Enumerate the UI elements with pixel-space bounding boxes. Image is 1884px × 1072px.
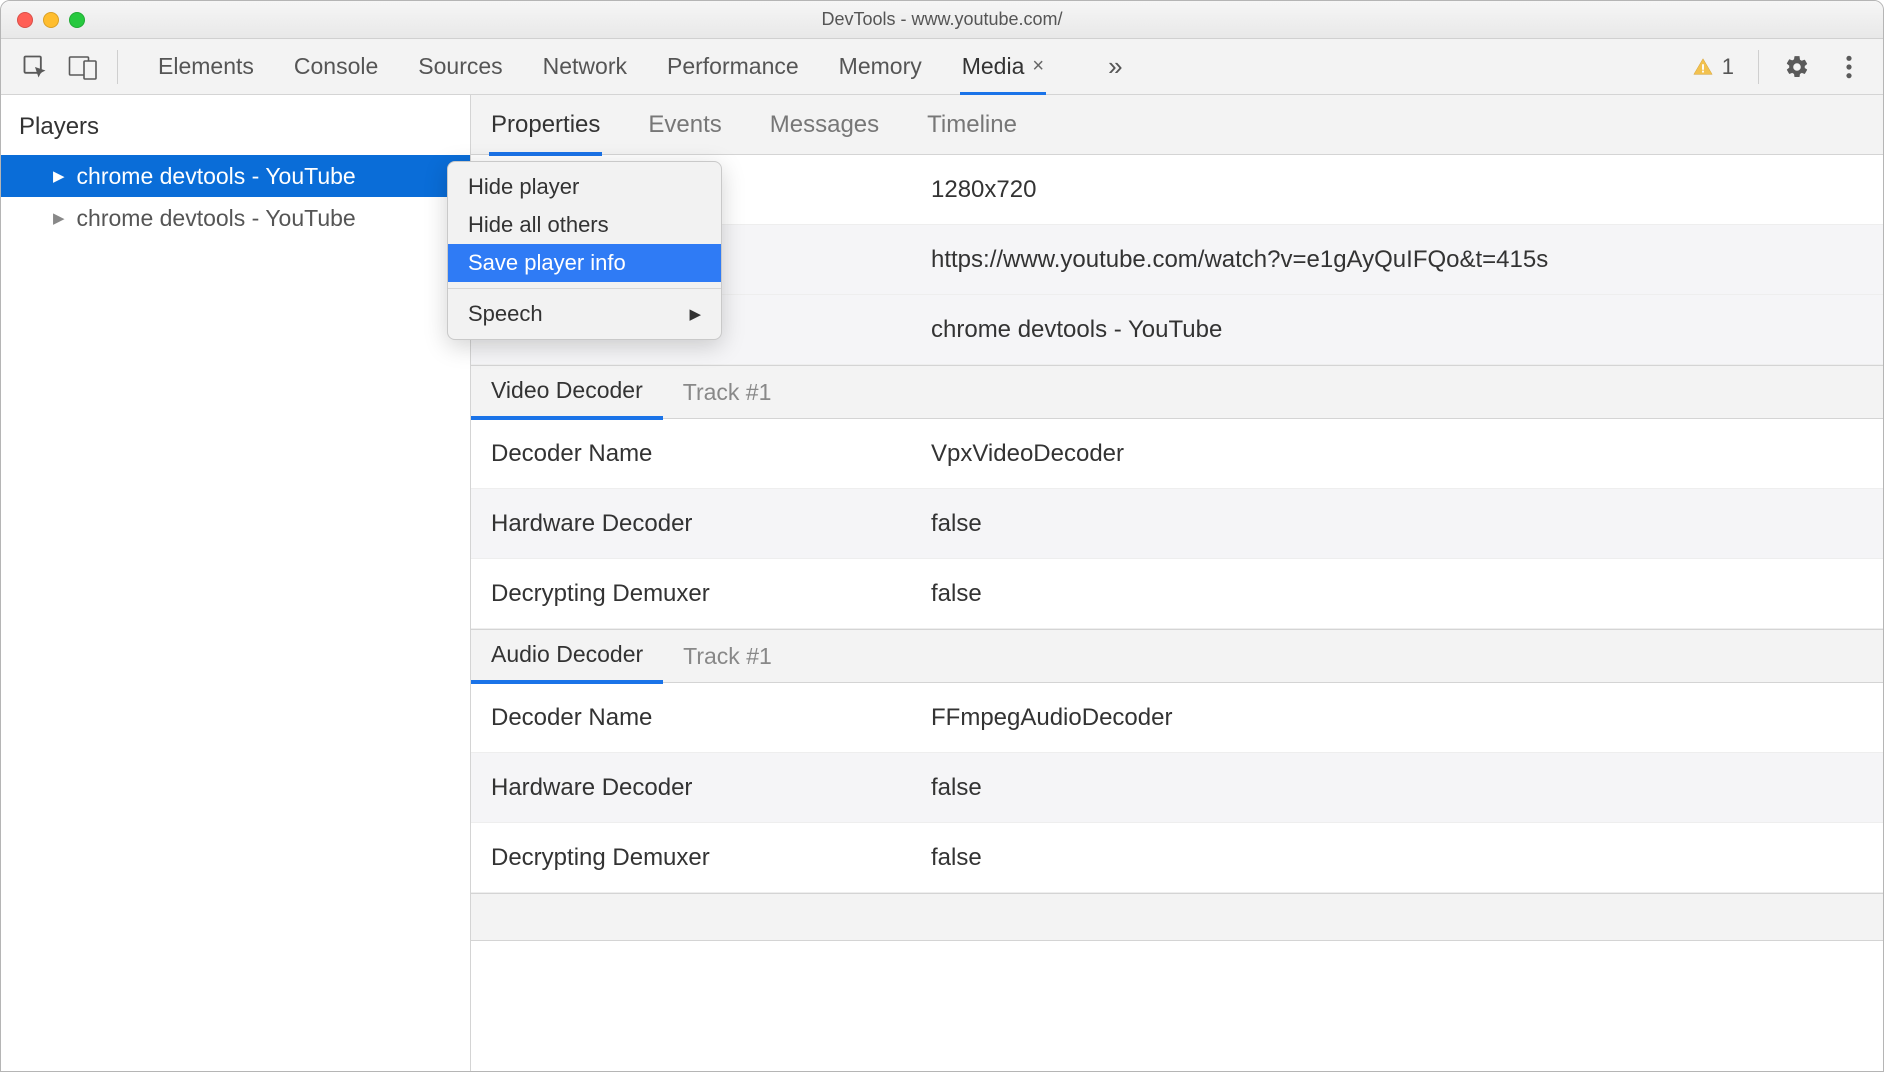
property-value: false	[931, 580, 1883, 608]
tab-label: Console	[294, 53, 378, 80]
tab-memory[interactable]: Memory	[839, 39, 922, 95]
ctx-separator	[448, 288, 721, 289]
tab-label: Network	[543, 53, 627, 80]
window-title: DevTools - www.youtube.com/	[1, 9, 1883, 30]
inspect-element-icon[interactable]	[11, 45, 59, 89]
warning-icon	[1692, 56, 1714, 78]
player-context-menu: Hide player Hide all others Save player …	[447, 161, 722, 340]
property-key: Decoder Name	[471, 704, 931, 732]
property-row: Decoder Name VpxVideoDecoder	[471, 419, 1883, 489]
property-row: Hardware Decoder false	[471, 489, 1883, 559]
subtab-label: Events	[648, 111, 721, 139]
tab-performance[interactable]: Performance	[667, 39, 799, 95]
property-value: VpxVideoDecoder	[931, 440, 1883, 468]
section-title: Audio Decoder	[471, 630, 663, 684]
tab-elements[interactable]: Elements	[158, 39, 254, 95]
property-row: Decrypting Demuxer false	[471, 823, 1883, 893]
panel-tabs: Elements Console Sources Network Perform…	[140, 39, 1672, 95]
video-decoder-section-header: Video Decoder Track #1	[471, 365, 1883, 419]
property-value: false	[931, 774, 1883, 802]
ctx-item-label: Hide all others	[468, 212, 609, 238]
property-value: 1280x720	[931, 176, 1883, 204]
empty-section-footer	[471, 893, 1883, 941]
tab-sources[interactable]: Sources	[418, 39, 502, 95]
audio-decoder-section-header: Audio Decoder Track #1	[471, 629, 1883, 683]
ctx-item-label: Speech	[468, 301, 543, 327]
property-row: Decoder Name FFmpegAudioDecoder	[471, 683, 1883, 753]
titlebar: DevTools - www.youtube.com/	[1, 1, 1883, 39]
property-value: false	[931, 510, 1883, 538]
tab-network[interactable]: Network	[543, 39, 627, 95]
panel-body: Players ▶ chrome devtools - YouTube ▶ ch…	[1, 95, 1883, 1071]
property-key: Hardware Decoder	[471, 510, 931, 538]
disclosure-triangle-icon: ▶	[53, 209, 65, 227]
tab-label: Performance	[667, 53, 799, 80]
close-tab-icon[interactable]: ×	[1032, 55, 1044, 78]
toolbar-divider	[1758, 50, 1759, 84]
tab-label: Elements	[158, 53, 254, 80]
tab-media[interactable]: Media ×	[962, 39, 1044, 95]
sidebar-heading: Players	[1, 95, 470, 155]
property-row: Decrypting Demuxer false	[471, 559, 1883, 629]
ctx-hide-player[interactable]: Hide player	[448, 168, 721, 206]
subtab-label: Timeline	[927, 111, 1017, 139]
section-subtitle: Track #1	[663, 643, 772, 670]
player-item-label: chrome devtools - YouTube	[77, 163, 356, 190]
submenu-arrow-icon: ▶	[689, 305, 701, 323]
subtab-messages[interactable]: Messages	[770, 95, 879, 155]
devtools-window: DevTools - www.youtube.com/ Elements Con…	[0, 0, 1884, 1072]
subtab-events[interactable]: Events	[648, 95, 721, 155]
tab-label: Media	[962, 53, 1025, 80]
ctx-item-label: Save player info	[468, 250, 626, 276]
property-key: Decoder Name	[471, 440, 931, 468]
ctx-hide-all-others[interactable]: Hide all others	[448, 206, 721, 244]
property-value: false	[931, 844, 1883, 872]
kebab-menu-icon[interactable]	[1825, 45, 1873, 89]
more-tabs-icon[interactable]: »	[1084, 51, 1122, 82]
ctx-speech-submenu[interactable]: Speech ▶	[448, 295, 721, 333]
property-value: FFmpegAudioDecoder	[931, 704, 1883, 732]
settings-gear-icon[interactable]	[1773, 45, 1821, 89]
device-toolbar-icon[interactable]	[59, 45, 107, 89]
toolbar-divider	[117, 50, 118, 84]
warning-count: 1	[1722, 54, 1734, 80]
tab-console[interactable]: Console	[294, 39, 378, 95]
ctx-save-player-info[interactable]: Save player info	[448, 244, 721, 282]
warnings-badge[interactable]: 1	[1692, 54, 1744, 80]
property-key: Hardware Decoder	[471, 774, 931, 802]
subtab-label: Messages	[770, 111, 879, 139]
subtab-timeline[interactable]: Timeline	[927, 95, 1017, 155]
property-key: Decrypting Demuxer	[471, 580, 931, 608]
section-subtitle: Track #1	[663, 379, 772, 406]
player-item[interactable]: ▶ chrome devtools - YouTube	[1, 197, 470, 239]
tab-label: Memory	[839, 53, 922, 80]
devtools-tabstrip: Elements Console Sources Network Perform…	[1, 39, 1883, 95]
tab-label: Sources	[418, 53, 502, 80]
player-item-label: chrome devtools - YouTube	[77, 205, 356, 232]
player-item[interactable]: ▶ chrome devtools - YouTube	[1, 155, 470, 197]
subtab-properties[interactable]: Properties	[491, 95, 600, 155]
subtab-label: Properties	[491, 111, 600, 139]
players-sidebar: Players ▶ chrome devtools - YouTube ▶ ch…	[1, 95, 471, 1071]
property-key: Decrypting Demuxer	[471, 844, 931, 872]
media-subtabs: Properties Events Messages Timeline	[471, 95, 1883, 155]
ctx-item-label: Hide player	[468, 174, 579, 200]
property-value: chrome devtools - YouTube	[931, 316, 1883, 344]
property-value: https://www.youtube.com/watch?v=e1gAyQuI…	[931, 246, 1883, 274]
property-row: Hardware Decoder false	[471, 753, 1883, 823]
section-title: Video Decoder	[471, 366, 663, 420]
disclosure-triangle-icon: ▶	[53, 167, 65, 185]
